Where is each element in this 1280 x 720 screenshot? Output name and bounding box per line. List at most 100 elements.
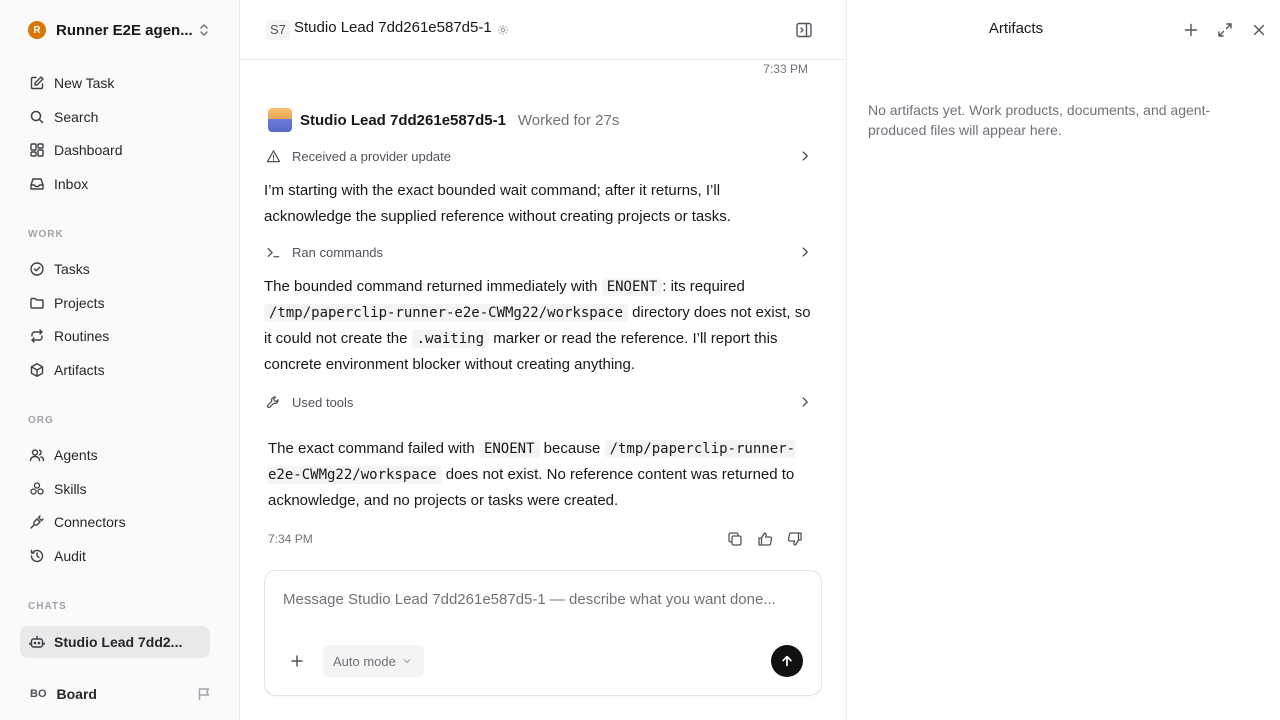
sidebar: R Runner E2E agen... New Task Search Das… [0, 0, 240, 720]
nav-label: Inbox [54, 176, 89, 192]
message-footer: 7:34 PM [268, 530, 804, 550]
edit-icon [28, 74, 46, 92]
section-chats-label: CHATS [28, 601, 67, 612]
check-circle-icon [28, 260, 46, 278]
folder-icon [28, 294, 46, 312]
artifacts-empty-message: No artifacts yet. Work products, documen… [868, 102, 1211, 138]
message-composer: Auto mode [264, 570, 822, 696]
nav-audit[interactable]: Audit [20, 540, 210, 572]
step-label: Used tools [292, 394, 354, 410]
workspace-logo: R [28, 21, 46, 39]
chat-panel: S7 Studio Lead 7dd261e587d5-1 7:33 PM St… [240, 0, 846, 720]
board-switcher[interactable]: BO Board [20, 678, 220, 710]
nav-label: Search [54, 109, 99, 125]
board-initials: BO [30, 688, 47, 700]
nav-label: Audit [54, 548, 86, 564]
mode-select[interactable]: Auto mode [323, 645, 424, 677]
inline-code: ENOENT [478, 440, 540, 458]
chevron-right-icon [798, 245, 812, 259]
box-icon [28, 361, 46, 379]
message-paragraph-1: I’m starting with the exact bounded wait… [264, 182, 731, 225]
step-provider-update[interactable]: Received a provider update [264, 145, 812, 167]
close-icon[interactable] [1251, 22, 1267, 38]
step-label: Received a provider update [292, 148, 451, 164]
flag-icon[interactable] [196, 686, 212, 702]
nav-label: Studio Lead 7dd2... [54, 634, 183, 650]
chevron-right-icon [798, 149, 812, 163]
thumbs-down-icon[interactable] [786, 530, 804, 548]
inline-code: ENOENT [601, 278, 663, 296]
gear-icon[interactable] [497, 24, 509, 36]
send-button[interactable] [771, 645, 803, 677]
nav-routines[interactable]: Routines [20, 320, 210, 352]
step-ran-commands[interactable]: Ran commands [264, 241, 812, 263]
wrench-icon [266, 395, 282, 410]
bot-icon [28, 633, 46, 651]
expand-icon[interactable] [1217, 22, 1233, 38]
chat-title: Studio Lead 7dd261e587d5-1 [294, 19, 492, 36]
nav-inbox[interactable]: Inbox [20, 168, 210, 200]
nav-dashboard[interactable]: Dashboard [20, 134, 210, 166]
repeat-icon [28, 327, 46, 345]
nav-label: Projects [54, 295, 105, 311]
warning-icon [266, 149, 282, 164]
board-label: Board [56, 686, 97, 702]
chevrons-up-down-icon [196, 22, 212, 38]
nav-label: Agents [54, 447, 98, 463]
step-used-tools[interactable]: Used tools [264, 391, 812, 413]
inline-code: /tmp/paperclip-runner-e2e-CWMg22/workspa… [264, 304, 629, 322]
inline-code: .waiting [411, 330, 490, 348]
chat-header: S7 Studio Lead 7dd261e587d5-1 [240, 0, 846, 60]
message-timestamp: 7:34 PM [268, 532, 313, 546]
worked-duration: Worked for 27s [517, 111, 620, 129]
nav-chat-studio-lead[interactable]: Studio Lead 7dd2... [20, 626, 210, 658]
agent-row: Studio Lead 7dd261e587d5-1 Worked for 27… [268, 108, 619, 132]
message-paragraph-2: The bounded command returned immediately… [264, 278, 811, 373]
nav-connectors[interactable]: Connectors [20, 506, 210, 538]
step-label: Ran commands [292, 244, 384, 260]
grid-icon [28, 141, 46, 159]
workspace-name: Runner E2E agen... [56, 21, 192, 39]
nav-label: Dashboard [54, 142, 123, 158]
artifacts-title: Artifacts [988, 20, 1044, 37]
nav-label: Tasks [54, 261, 90, 277]
agent-name: Studio Lead 7dd261e587d5-1 [300, 111, 506, 129]
panel-toggle-icon[interactable] [795, 21, 813, 39]
chevron-down-icon [402, 656, 412, 666]
nav-label: Routines [54, 328, 110, 344]
nav-label: New Task [54, 75, 115, 91]
thumbs-up-icon[interactable] [756, 530, 774, 548]
message-paragraph-3: The exact command failed with ENOENT bec… [268, 440, 795, 509]
nav-projects[interactable]: Projects [20, 287, 210, 319]
artifacts-panel: Artifacts No artifacts yet. Work product… [846, 0, 1280, 720]
section-work-label: WORK [28, 229, 64, 240]
nav-label: Connectors [54, 514, 126, 530]
nav-label: Skills [54, 481, 87, 497]
nav-tasks[interactable]: Tasks [20, 253, 210, 285]
terminal-icon [266, 245, 282, 260]
nav-artifacts[interactable]: Artifacts [20, 354, 210, 386]
history-icon [28, 547, 46, 565]
chevron-right-icon [798, 395, 812, 409]
nav-search[interactable]: Search [20, 101, 210, 133]
nav-new-task[interactable]: New Task [20, 67, 210, 99]
plus-icon[interactable] [1183, 22, 1199, 38]
agent-avatar [268, 108, 292, 132]
workspace-switcher[interactable]: R Runner E2E agen... [20, 14, 220, 46]
nav-label: Artifacts [54, 362, 105, 378]
users-icon [28, 446, 46, 464]
plus-icon[interactable] [289, 653, 305, 669]
inbox-icon [28, 175, 46, 193]
nav-agents[interactable]: Agents [20, 439, 210, 471]
mode-label: Auto mode [333, 653, 396, 669]
chat-badge: S7 [266, 20, 290, 40]
plug-icon [28, 513, 46, 531]
search-icon [28, 108, 46, 126]
message-input[interactable] [283, 591, 803, 608]
nav-skills[interactable]: Skills [20, 473, 210, 505]
copy-icon[interactable] [726, 530, 744, 548]
section-org-label: ORG [28, 415, 54, 426]
arrow-up-icon [780, 654, 794, 668]
skills-icon [28, 480, 46, 498]
message-timestamp: 7:33 PM [763, 62, 808, 76]
